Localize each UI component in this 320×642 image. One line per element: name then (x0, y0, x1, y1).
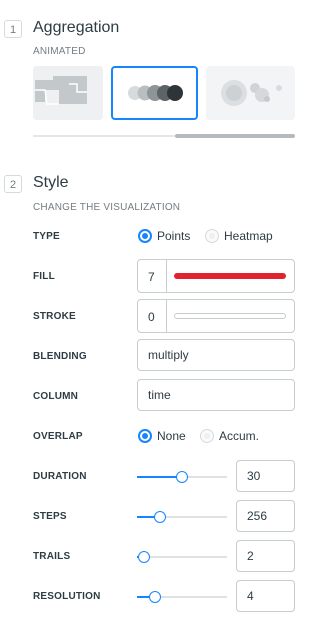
steps-label: STEPS (33, 511, 67, 522)
fill-value[interactable]: 7 (148, 260, 155, 294)
blending-select[interactable]: multiply (137, 339, 295, 371)
aggregation-title: Aggregation (33, 19, 120, 36)
overlap-none-label[interactable]: None (157, 429, 186, 443)
resolution-label: RESOLUTION (33, 591, 101, 602)
stroke-color-swatch[interactable] (174, 313, 286, 319)
aggregation-points-icon (128, 85, 183, 101)
aggregation-option-points[interactable] (111, 66, 198, 120)
aggregation-scrollbar-thumb[interactable] (175, 134, 295, 138)
type-heatmap-radio[interactable] (205, 229, 219, 243)
steps-slider-handle[interactable] (154, 511, 167, 523)
type-heatmap-label[interactable]: Heatmap (224, 229, 273, 243)
stroke-value[interactable]: 0 (148, 300, 155, 334)
trails-input[interactable]: 2 (236, 540, 295, 572)
column-select[interactable]: time (137, 379, 295, 411)
blending-label: BLENDING (33, 351, 87, 362)
step-number-1: 1 (4, 20, 22, 38)
aggregation-subtitle: ANIMATED (33, 46, 86, 57)
aggregation-clusters-icon (221, 80, 282, 106)
trails-slider-track[interactable] (137, 556, 227, 558)
aggregation-option-clusters[interactable] (206, 66, 295, 120)
type-label: TYPE (33, 231, 60, 242)
steps-input[interactable]: 256 (236, 500, 295, 532)
trails-slider-handle[interactable] (138, 551, 151, 563)
stroke-divider (166, 300, 167, 332)
style-title: Style (33, 174, 69, 191)
type-points-label[interactable]: Points (157, 229, 190, 243)
duration-slider-handle[interactable] (176, 471, 188, 483)
fill-control[interactable]: 7 (137, 259, 295, 293)
trails-label: TRAILS (33, 551, 71, 562)
aggregation-option-grid[interactable] (33, 66, 103, 120)
overlap-label: OVERLAP (33, 431, 83, 442)
fill-divider (166, 260, 167, 292)
stroke-control[interactable]: 0 (137, 299, 295, 333)
aggregation-grid-icon (33, 66, 103, 120)
fill-label: FILL (33, 271, 55, 282)
resolution-slider-handle[interactable] (149, 591, 161, 603)
overlap-none-radio[interactable] (138, 429, 152, 443)
column-label: COLUMN (33, 391, 79, 402)
overlap-accum-radio[interactable] (200, 429, 214, 443)
stroke-label: STROKE (33, 311, 76, 322)
resolution-input[interactable]: 4 (236, 580, 295, 612)
style-subtitle: CHANGE THE VISUALIZATION (33, 202, 181, 213)
type-points-radio[interactable] (138, 229, 152, 243)
duration-input[interactable]: 30 (236, 460, 295, 492)
fill-color-swatch[interactable] (174, 273, 286, 279)
overlap-accum-label[interactable]: Accum. (219, 429, 259, 443)
duration-label: DURATION (33, 471, 87, 482)
step-number-2: 2 (4, 175, 22, 193)
